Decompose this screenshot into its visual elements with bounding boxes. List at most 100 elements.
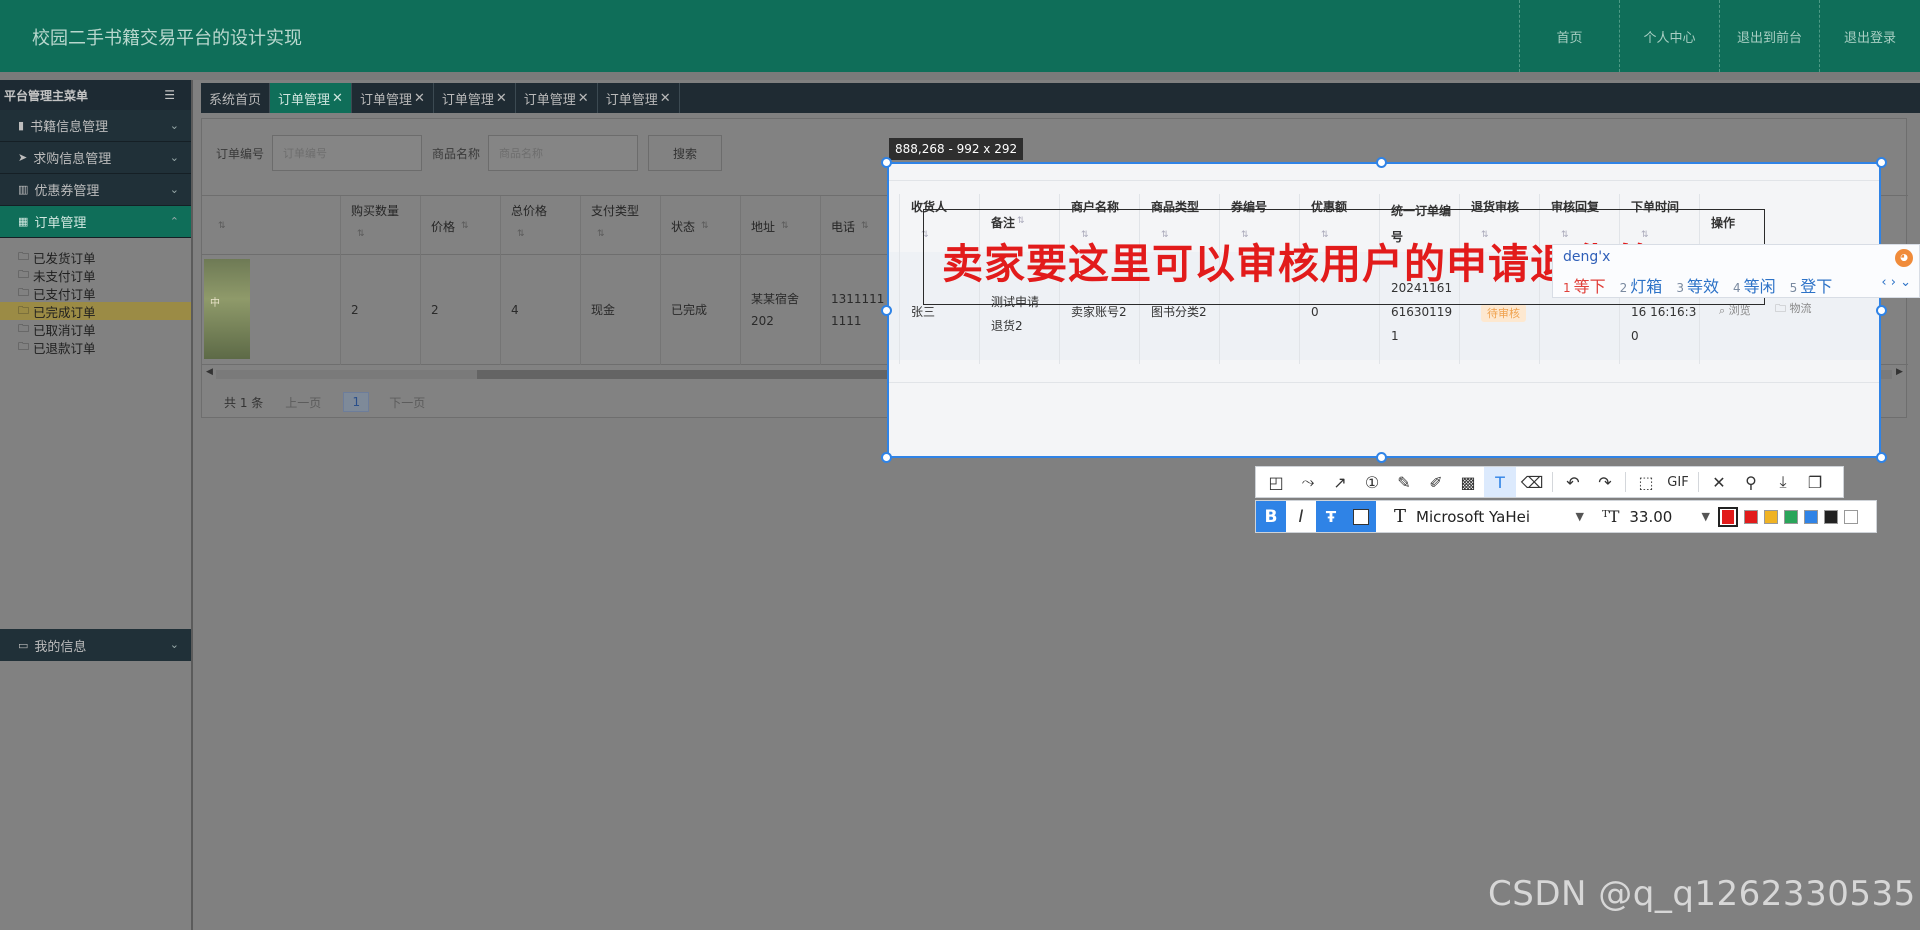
- logistics-link[interactable]: 🗀 物流: [1775, 300, 1812, 319]
- capture-selection[interactable]: 收货人 备注 商户名称 商品类型 券编号 优惠额 统一订单编号 退货审核 审核回…: [887, 162, 1881, 458]
- resize-handle-nw[interactable]: [881, 157, 892, 168]
- arrow-icon[interactable]: ↗: [1324, 467, 1356, 497]
- submenu-item-unpaid[interactable]: 🗀 未支付订单: [18, 266, 191, 284]
- tab-orders-3[interactable]: 订单管理 ✕: [434, 83, 516, 113]
- highlighter-icon[interactable]: ✐: [1420, 467, 1452, 497]
- close-icon[interactable]: ✕: [332, 91, 343, 106]
- color-white[interactable]: [1844, 509, 1858, 524]
- close-icon[interactable]: ✕: [660, 91, 671, 106]
- sort-icon[interactable]: ⇅: [357, 229, 365, 239]
- resize-handle-w[interactable]: [881, 305, 892, 316]
- nav-logout[interactable]: 退出登录: [1819, 0, 1920, 72]
- chevron-left-icon[interactable]: ‹: [1881, 275, 1886, 290]
- text-outline-button[interactable]: Ŧ: [1316, 501, 1346, 532]
- pager-next[interactable]: 下一页: [389, 394, 425, 411]
- book-cover-image[interactable]: 中: [204, 259, 250, 359]
- submenu-item-refunded[interactable]: 🗀 已退款订单: [18, 338, 191, 356]
- current-color-swatch[interactable]: [1718, 506, 1738, 527]
- sort-icon[interactable]: ⇅: [861, 221, 869, 231]
- sort-icon[interactable]: ⇅: [218, 221, 226, 231]
- search-button[interactable]: 搜索: [648, 135, 723, 171]
- header-pay-type[interactable]: 支付类型 ⇅: [580, 196, 660, 256]
- submenu-item-shipped[interactable]: 🗀 已发货订单: [18, 248, 191, 266]
- color-blue[interactable]: [1804, 509, 1818, 524]
- close-icon[interactable]: ✕: [414, 91, 425, 106]
- resize-handle-n[interactable]: [1376, 157, 1387, 168]
- color-green[interactable]: [1784, 509, 1798, 524]
- sort-icon[interactable]: ⇅: [517, 229, 525, 239]
- chevron-down-icon[interactable]: ⌄: [1900, 275, 1911, 290]
- color-red[interactable]: [1744, 509, 1758, 524]
- order-no-input[interactable]: 订单编号: [272, 135, 423, 171]
- sort-icon[interactable]: ⇅: [461, 221, 469, 231]
- header-price[interactable]: 价格 ⇅: [420, 196, 500, 256]
- nav-home[interactable]: 首页: [1519, 0, 1619, 72]
- tab-orders-2[interactable]: 订单管理 ✕: [352, 83, 434, 113]
- bold-button[interactable]: B: [1256, 501, 1286, 532]
- submenu-item-paid[interactable]: 🗀 已支付订单: [18, 284, 191, 302]
- tab-orders-5[interactable]: 订单管理 ✕: [598, 83, 680, 113]
- submenu-item-cancelled[interactable]: 🗀 已取消订单: [18, 320, 191, 338]
- header-quantity[interactable]: 购买数量 ⇅: [340, 196, 420, 256]
- sidebar-item-my-info[interactable]: ▭ 我的信息 ⌄: [0, 629, 191, 661]
- sidebar-item-books[interactable]: ▮ 书籍信息管理 ⌄: [0, 110, 191, 142]
- header-phone[interactable]: 电话 ⇅: [820, 196, 888, 256]
- eraser-icon[interactable]: ⌫: [1516, 467, 1548, 497]
- ime-candidate[interactable]: 2 灯箱: [1620, 273, 1663, 297]
- download-icon[interactable]: ⤓: [1767, 467, 1799, 497]
- resize-handle-se[interactable]: [1876, 452, 1887, 463]
- header-total[interactable]: 总价格 ⇅: [500, 196, 580, 256]
- scroll-left-icon[interactable]: ◀: [206, 367, 213, 377]
- pager-page-1[interactable]: 1: [343, 392, 370, 412]
- gif-button[interactable]: GIF: [1662, 467, 1694, 497]
- italic-button[interactable]: I: [1286, 501, 1316, 532]
- close-icon[interactable]: ✕: [496, 91, 507, 106]
- text-tool-icon[interactable]: T: [1484, 467, 1516, 497]
- copy-icon[interactable]: ❐: [1799, 467, 1831, 497]
- ime-candidate[interactable]: 5 登下: [1790, 273, 1833, 297]
- tab-orders-4[interactable]: 订单管理 ✕: [516, 83, 598, 113]
- ime-candidate[interactable]: 3 等效: [1676, 273, 1719, 297]
- mosaic-icon[interactable]: ▩: [1452, 467, 1484, 497]
- scroll-capture-icon[interactable]: ⬚: [1630, 467, 1662, 497]
- scroll-right-icon[interactable]: ▶: [1896, 367, 1903, 377]
- submenu-item-completed[interactable]: 🗀 已完成订单: [0, 302, 191, 320]
- header-status[interactable]: 状态 ⇅: [660, 196, 740, 256]
- redo-icon[interactable]: ↷: [1589, 467, 1621, 497]
- goods-name-input[interactable]: 商品名称: [488, 135, 639, 171]
- menu-toggle-icon[interactable]: ☰: [164, 88, 175, 102]
- resize-handle-s[interactable]: [1376, 452, 1387, 463]
- color-yellow[interactable]: [1764, 509, 1778, 524]
- color-black[interactable]: [1824, 509, 1838, 524]
- nav-profile[interactable]: 个人中心: [1619, 0, 1719, 72]
- undo-icon[interactable]: ↶: [1557, 467, 1589, 497]
- close-icon[interactable]: ✕: [578, 91, 589, 106]
- sidebar-item-wanted[interactable]: ➤ 求购信息管理 ⌄: [0, 142, 191, 174]
- font-size-select[interactable]: ᵀT 33.00 ▼: [1602, 507, 1710, 526]
- resize-handle-e[interactable]: [1876, 305, 1887, 316]
- tab-home[interactable]: 系统首页: [201, 83, 271, 113]
- sort-icon[interactable]: ⇅: [701, 221, 709, 231]
- polyline-icon[interactable]: ⤳: [1292, 467, 1324, 497]
- ime-candidate[interactable]: 1 等下: [1563, 273, 1606, 297]
- resize-handle-ne[interactable]: [1876, 157, 1887, 168]
- sidebar-item-coupons[interactable]: ▥ 优惠券管理 ⌄: [0, 174, 191, 206]
- ime-page-nav[interactable]: ‹ › ⌄: [1881, 275, 1911, 290]
- nav-exit-front[interactable]: 退出到前台: [1719, 0, 1819, 72]
- sort-icon[interactable]: ⇅: [597, 229, 605, 239]
- close-icon[interactable]: ✕: [1703, 467, 1735, 497]
- number-marker-icon[interactable]: ①: [1356, 467, 1388, 497]
- sidebar-item-orders[interactable]: ▦ 订单管理 ⌃: [0, 206, 191, 238]
- tab-orders-1[interactable]: 订单管理 ✕: [270, 83, 352, 113]
- font-family-select[interactable]: T Microsoft YaHei ▼: [1394, 506, 1584, 527]
- chevron-right-icon[interactable]: ›: [1891, 275, 1896, 290]
- pencil-icon[interactable]: ✎: [1388, 467, 1420, 497]
- shape-icon[interactable]: ◰: [1260, 467, 1292, 497]
- pager-prev[interactable]: 上一页: [285, 394, 321, 411]
- pin-icon[interactable]: ⚲: [1735, 467, 1767, 497]
- sort-icon[interactable]: ⇅: [781, 221, 789, 231]
- ime-candidate[interactable]: 4 等闲: [1733, 273, 1776, 297]
- text-background-button[interactable]: [1346, 501, 1376, 532]
- resize-handle-sw[interactable]: [881, 452, 892, 463]
- header-address[interactable]: 地址 ⇅: [740, 196, 820, 256]
